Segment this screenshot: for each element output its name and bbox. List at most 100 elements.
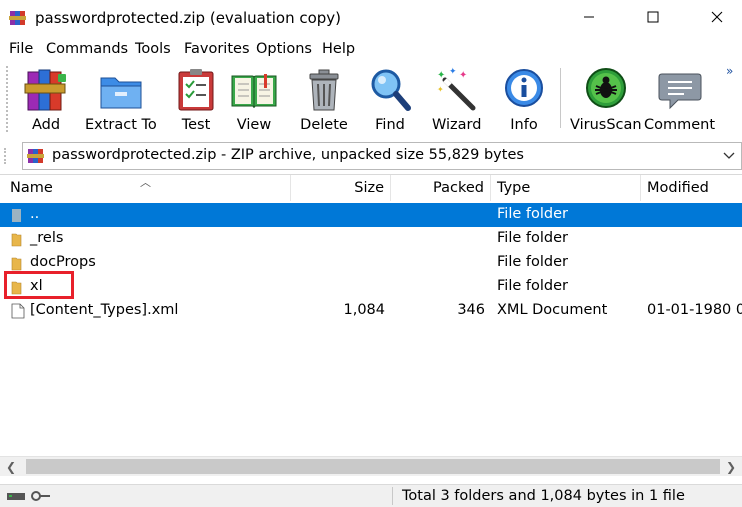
row-packed: 346 (457, 302, 485, 318)
maximize-icon (647, 11, 659, 23)
status-summary: Total 3 folders and 1,084 bytes in 1 fil… (402, 488, 685, 504)
menu-help[interactable]: Help (322, 41, 355, 57)
menu-file[interactable]: File (9, 41, 33, 57)
info-icon (505, 69, 543, 107)
folder-icon (11, 233, 22, 247)
title-bar: passwordprotected.zip (evaluation copy) (0, 0, 742, 38)
scroll-left-arrow-icon[interactable]: ❮ (6, 460, 16, 474)
toolbar-overflow-chevron-icon[interactable]: » (726, 64, 733, 78)
comment-label: Comment (644, 117, 716, 133)
column-packed-label: Packed (433, 180, 484, 196)
row-size: 1,084 (343, 302, 385, 318)
view-button[interactable]: View (230, 66, 278, 133)
view-label: View (236, 117, 272, 133)
add-books-icon (24, 69, 66, 111)
chevron-down-icon[interactable] (723, 149, 735, 161)
sort-ascending-icon: ︿ (140, 176, 151, 189)
row-type: File folder (497, 206, 568, 222)
menu-tools[interactable]: Tools (135, 41, 171, 57)
horizontal-scrollbar[interactable]: ❮ ❯ (0, 456, 742, 476)
row-name: _rels (30, 230, 64, 246)
window-title: passwordprotected.zip (evaluation copy) (35, 9, 342, 27)
column-header-size[interactable]: Size (291, 175, 391, 201)
wizard-label: Wizard (432, 117, 482, 133)
column-type-label: Type (497, 180, 531, 196)
pathbar-grip[interactable] (4, 148, 14, 164)
svg-text:✦: ✦ (437, 70, 445, 81)
xml-file-icon (11, 303, 25, 319)
delete-button[interactable]: Delete (300, 66, 348, 133)
table-row[interactable]: docProps File folder (0, 251, 742, 275)
menu-commands[interactable]: Commands (46, 41, 128, 57)
row-type: File folder (497, 230, 568, 246)
toolbar: Add Extract To Test View Delete Find ✦ ✦… (0, 62, 742, 140)
row-name: [Content_Types].xml (30, 302, 179, 318)
extract-folder-icon (100, 77, 142, 109)
test-clipboard-icon (178, 69, 214, 111)
comment-button[interactable]: Comment (644, 66, 715, 133)
row-type: XML Document (497, 302, 608, 318)
highlight-annotation-box (4, 271, 74, 299)
row-modified: 01-01-1980 00 (647, 302, 742, 318)
row-name: .. (30, 206, 40, 222)
address-text: passwordprotected.zip - ZIP archive, unp… (52, 147, 524, 163)
menu-favorites[interactable]: Favorites (184, 41, 250, 57)
find-label: Find (375, 117, 405, 133)
row-type: File folder (497, 254, 568, 270)
column-modified-label: Modified (647, 180, 709, 196)
toolbar-grip[interactable] (6, 66, 9, 132)
column-size-label: Size (354, 180, 384, 196)
virus-scan-bug-icon (585, 68, 626, 108)
menu-options[interactable]: Options (256, 41, 312, 57)
virusscan-label: VirusScan (570, 117, 642, 133)
column-header-modified[interactable]: Modified (641, 175, 742, 201)
menu-bar: File Commands Tools Favorites Options He… (0, 38, 742, 62)
extract-to-label: Extract To (85, 117, 157, 133)
wizard-button[interactable]: ✦ ✦ ✦ ✦ Wizard (432, 66, 481, 133)
close-button[interactable] (694, 0, 740, 34)
info-label: Info (510, 117, 538, 133)
info-button[interactable]: Info (500, 66, 548, 133)
test-button[interactable]: Test (172, 66, 220, 133)
column-header-type[interactable]: Type (491, 175, 641, 201)
file-list: Name ︿ Size Packed Type Modified .. File… (0, 174, 742, 484)
scrollbar-thumb[interactable] (26, 459, 720, 474)
magic-wand-icon: ✦ ✦ ✦ ✦ (437, 67, 476, 111)
magnifier-icon (371, 69, 411, 111)
address-bar[interactable]: passwordprotected.zip - ZIP archive, unp… (22, 142, 742, 170)
archive-icon (27, 149, 44, 163)
scroll-right-arrow-icon[interactable]: ❯ (726, 460, 736, 474)
svg-text:✦: ✦ (459, 70, 467, 81)
minimize-icon (584, 16, 594, 18)
svg-text:✦: ✦ (449, 67, 457, 77)
test-label: Test (181, 117, 211, 133)
add-label: Add (31, 117, 61, 133)
column-name-label: Name (10, 180, 53, 196)
toolbar-separator (560, 68, 561, 128)
table-row[interactable]: .. File folder (0, 203, 742, 227)
winrar-app-icon[interactable] (9, 9, 27, 27)
virusscan-button[interactable]: VirusScan (570, 66, 642, 133)
column-header-name[interactable]: Name ︿ (0, 175, 291, 201)
close-icon (711, 11, 723, 23)
minimize-button[interactable] (566, 0, 612, 34)
svg-text:✦: ✦ (437, 85, 444, 94)
add-button[interactable]: Add (22, 66, 70, 133)
table-row[interactable]: xl File folder (0, 275, 742, 299)
up-folder-icon (12, 209, 21, 222)
view-book-icon (231, 74, 277, 109)
extract-to-button[interactable]: Extract To (85, 66, 157, 133)
comment-bubble-icon (658, 73, 702, 110)
table-row[interactable]: [Content_Types].xml 1,084 346 XML Docume… (0, 299, 742, 323)
trash-can-icon (309, 69, 339, 111)
folder-icon (11, 257, 22, 271)
row-name: docProps (30, 254, 96, 270)
maximize-button[interactable] (630, 0, 676, 34)
find-button[interactable]: Find (366, 66, 414, 133)
column-header-packed[interactable]: Packed (391, 175, 491, 201)
status-divider (392, 487, 393, 505)
table-row[interactable]: _rels File folder (0, 227, 742, 251)
delete-label: Delete (300, 117, 348, 133)
row-type: File folder (497, 278, 568, 294)
drive-key-icon[interactable] (6, 488, 56, 504)
